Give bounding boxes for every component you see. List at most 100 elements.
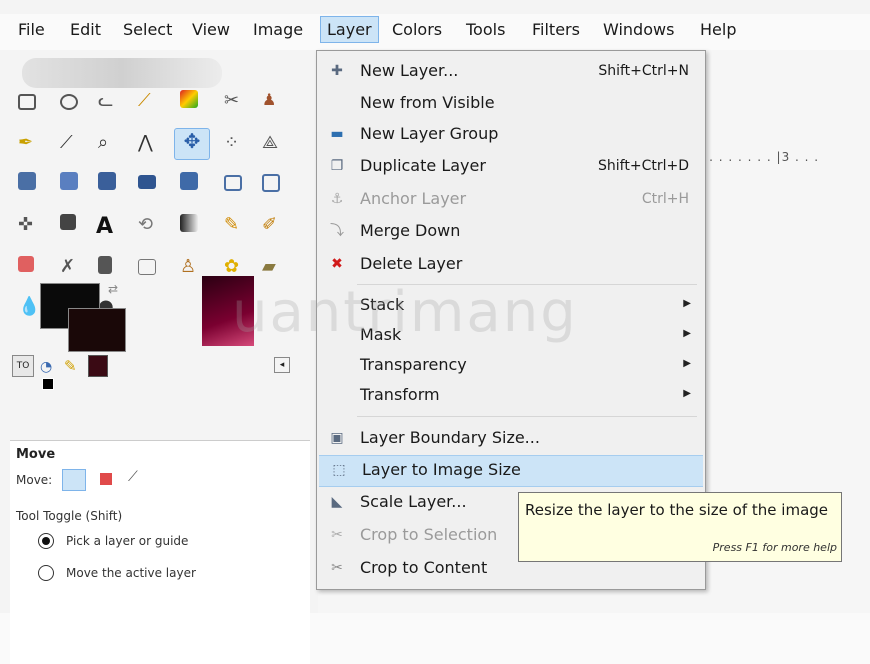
tool-options-title: Move	[16, 447, 56, 462]
menu-windows[interactable]: Windows	[603, 20, 674, 39]
folder-icon: ▬	[330, 126, 344, 142]
alignment-icon[interactable]: ⁘	[224, 132, 246, 154]
menu-item-merge-down[interactable]: ⤵ Merge Down	[317, 217, 705, 247]
smudge-icon[interactable]: 💧	[18, 296, 40, 318]
eraser-icon[interactable]	[18, 256, 34, 272]
crop-content-icon: ✂	[331, 560, 343, 576]
pencil-icon[interactable]: ✎	[224, 214, 246, 236]
menu-item-new-layer[interactable]: ✚ New Layer... Shift+Ctrl+N	[317, 57, 705, 87]
bucket-fill-icon[interactable]: ⟲	[138, 214, 160, 236]
paths-icon[interactable]: ✒	[18, 132, 40, 154]
perspective-icon[interactable]	[180, 172, 198, 190]
move-selection-mode-icon[interactable]	[100, 473, 112, 485]
toolbox-header-graphic	[22, 58, 222, 88]
airbrush-icon[interactable]: ✗	[60, 256, 82, 278]
menu-item-layer-boundary-size[interactable]: ▣ Layer Boundary Size...	[317, 424, 705, 454]
menu-item-anchor-layer[interactable]: ⚓ Anchor Layer Ctrl+H	[317, 185, 705, 215]
gradient-icon[interactable]	[180, 214, 198, 232]
move-mode-label: Move:	[16, 473, 53, 487]
free-select-icon[interactable]: ᓚ	[98, 90, 120, 112]
flip-icon[interactable]	[224, 175, 242, 191]
measure-icon[interactable]: ⋀	[138, 132, 160, 154]
move-active-layer-label: Move the active layer	[66, 566, 196, 580]
submenu-arrow-icon: ▶	[683, 298, 691, 309]
transform-icon[interactable]: ⟁	[262, 132, 284, 154]
menu-tools[interactable]: Tools	[466, 20, 505, 39]
pick-layer-label: Pick a layer or guide	[66, 534, 189, 548]
device-status-tab-icon[interactable]: ◔	[40, 359, 52, 375]
tooltip: Resize the layer to the size of the imag…	[518, 492, 842, 562]
mypaint-icon[interactable]	[60, 214, 76, 230]
menu-view[interactable]: View	[192, 20, 230, 39]
paintbrush-icon[interactable]: ✐	[262, 214, 284, 236]
images-tab-icon[interactable]	[88, 355, 108, 377]
canvas-bottom-strip	[318, 588, 870, 613]
rotate-icon[interactable]	[60, 172, 78, 190]
select-by-color-icon[interactable]	[180, 90, 198, 108]
menu-item-transparency[interactable]: Transparency ▶	[317, 351, 705, 381]
new-layer-icon: ✚	[331, 63, 343, 79]
undo-history-tab-icon[interactable]: ✎	[64, 357, 77, 375]
blur-icon[interactable]: ▰	[262, 256, 284, 278]
tooltip-text: Resize the layer to the size of the imag…	[525, 501, 829, 519]
merge-icon: ⤵	[330, 223, 344, 239]
move-layer-mode-icon[interactable]	[62, 469, 86, 491]
tooltip-help-hint: Press F1 for more help	[712, 541, 837, 554]
boundary-icon: ▣	[330, 430, 344, 446]
crop-icon: ✂	[331, 527, 343, 543]
move-tool-icon[interactable]: ✥	[174, 128, 210, 160]
menu-item-transform[interactable]: Transform ▶	[317, 381, 705, 411]
cage-icon[interactable]	[262, 174, 280, 192]
menu-select[interactable]: Select	[123, 20, 172, 39]
menu-colors[interactable]: Colors	[392, 20, 442, 39]
scale-icon: ◣	[331, 494, 343, 510]
dock-menu-icon[interactable]: ◂	[274, 357, 290, 373]
tool-options-panel: Move Move: ⟋ Tool Toggle (Shift) Pick a …	[10, 440, 310, 664]
clone-icon[interactable]	[138, 259, 156, 275]
submenu-arrow-icon: ▶	[683, 358, 691, 369]
menu-image[interactable]: Image	[253, 20, 303, 39]
menu-file[interactable]: File	[18, 20, 45, 39]
submenu-arrow-icon: ▶	[683, 328, 691, 339]
anchor-icon: ⚓	[330, 191, 344, 207]
perspective-clone-icon[interactable]: ✿	[224, 256, 246, 278]
color-picker-icon[interactable]: ⟋	[60, 132, 82, 154]
duplicate-icon: ❐	[330, 158, 344, 174]
menu-filters[interactable]: Filters	[532, 20, 580, 39]
text-tool-icon[interactable]: A	[96, 214, 118, 239]
heal-icon[interactable]: ♙	[180, 256, 202, 278]
warp-icon[interactable]: ✜	[18, 214, 40, 236]
menu-item-new-from-visible[interactable]: New from Visible	[317, 89, 705, 119]
crop-tool-icon[interactable]	[18, 172, 36, 190]
menu-separator	[357, 416, 697, 417]
menu-help[interactable]: Help	[700, 20, 736, 39]
menubar: File Edit Select View Image Layer Colors…	[0, 14, 870, 50]
layer-to-image-icon: ⬚	[332, 462, 346, 478]
ink-icon[interactable]	[98, 256, 112, 274]
fuzzy-select-icon[interactable]: ⟋	[138, 90, 160, 112]
ellipse-select-icon[interactable]	[60, 94, 78, 110]
menu-item-layer-to-image-size[interactable]: ⬚ Layer to Image Size	[319, 455, 703, 487]
scissors-select-icon[interactable]: ✂	[224, 90, 246, 112]
menu-item-new-layer-group[interactable]: ▬ New Layer Group	[317, 120, 705, 150]
watermark: uantrimang	[232, 280, 578, 345]
shear-icon[interactable]	[138, 175, 156, 189]
tool-options-tab-icon[interactable]: TO	[12, 355, 34, 377]
scale-tool-icon[interactable]	[98, 172, 116, 190]
background-color-swatch[interactable]	[68, 308, 126, 352]
menu-layer[interactable]: Layer	[320, 16, 379, 43]
zoom-icon[interactable]: ⌕	[98, 132, 120, 154]
tool-toggle-label: Tool Toggle (Shift)	[16, 509, 123, 523]
move-path-mode-icon[interactable]: ⟋	[128, 469, 138, 485]
swap-colors-icon[interactable]: ⇄	[108, 282, 118, 296]
window-top-strip	[0, 0, 870, 14]
foreground-select-icon[interactable]: ♟	[262, 90, 284, 112]
rect-select-icon[interactable]	[18, 94, 36, 110]
menu-item-duplicate-layer[interactable]: ❐ Duplicate Layer Shift+Ctrl+D	[317, 152, 705, 182]
menu-edit[interactable]: Edit	[70, 20, 101, 39]
menu-item-delete-layer[interactable]: ✖ Delete Layer	[317, 250, 705, 280]
move-active-layer-radio[interactable]	[38, 565, 54, 581]
default-colors-icon[interactable]	[42, 378, 54, 390]
pick-layer-radio[interactable]	[38, 533, 54, 549]
horizontal-ruler: ⅰ . . . . . . . |3 . . .	[700, 150, 820, 164]
